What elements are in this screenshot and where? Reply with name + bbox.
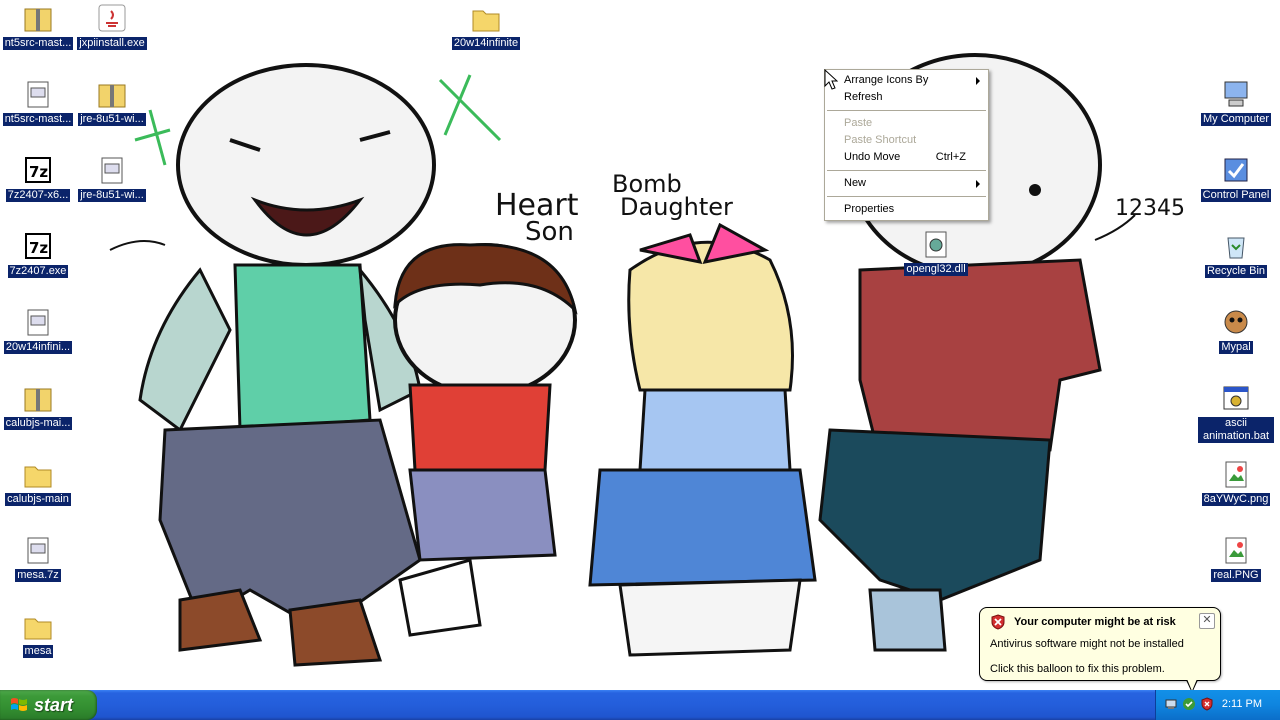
menu-separator: [827, 110, 986, 111]
submenu-arrow-icon: [976, 180, 980, 188]
desktop-icon-recycle-bin[interactable]: Recycle Bin: [1198, 230, 1274, 278]
desktop-icon-calubjs-folder[interactable]: calubjs-main: [0, 458, 76, 506]
tray-clock[interactable]: 2:11 PM: [1222, 698, 1262, 710]
menu-item-properties[interactable]: Properties: [825, 201, 988, 218]
menu-item-paste: Paste: [844, 117, 873, 129]
menu-item-undo-move[interactable]: Undo Move Ctrl+Z: [825, 149, 988, 166]
desktop-icon-mesa-7z[interactable]: mesa.7z: [0, 534, 76, 582]
number-text: 12345: [1115, 196, 1185, 221]
start-label: start: [34, 694, 74, 715]
desktop-icon-control-panel[interactable]: Control Panel: [1198, 154, 1274, 202]
desktop-icon-opengl32[interactable]: opengl32.dll: [898, 228, 974, 276]
mouse-cursor-icon: [824, 69, 838, 90]
balloon-title: Your computer might be at risk: [1014, 616, 1176, 628]
desktop-icon-mypal[interactable]: Mypal: [1198, 306, 1274, 354]
menu-separator: [827, 196, 986, 197]
menu-item-new[interactable]: New: [825, 175, 988, 192]
desktop-icon-ascii-animation[interactable]: ascii animation.bat: [1198, 382, 1274, 443]
file-window-icon: [96, 154, 128, 186]
system-tray: 2:11 PM: [1155, 690, 1280, 720]
computer-icon: [1220, 78, 1252, 110]
tray-security-alert-icon[interactable]: [1200, 697, 1214, 711]
recycle-bin-icon: [1220, 230, 1252, 262]
folder-icon: [470, 2, 502, 34]
desktop-icon-7z-x64[interactable]: 7z 7z2407-x6...: [0, 154, 76, 202]
desktop-icon-nt5src-file[interactable]: nt5src-mast...: [0, 78, 76, 126]
folder-icon: [22, 458, 54, 490]
zip-folder-icon: [22, 382, 54, 414]
windows-flag-icon: [11, 698, 27, 711]
balloon-line-1: Antivirus software might not be installe…: [990, 638, 1184, 650]
7z-icon: 7z: [22, 154, 54, 186]
submenu-arrow-icon: [976, 77, 980, 85]
security-shield-icon: [991, 614, 1005, 630]
start-button[interactable]: start: [0, 690, 97, 720]
zip-folder-icon: [22, 2, 54, 34]
batch-file-icon: [1220, 382, 1252, 414]
desktop-icon-my-computer[interactable]: My Computer: [1198, 78, 1274, 126]
desktop-icon-jxpiinstall[interactable]: jxpiinstall.exe: [74, 2, 150, 50]
tray-update-icon[interactable]: [1182, 697, 1196, 711]
desktop-icon-7z-exe[interactable]: 7z 7z2407.exe: [0, 230, 76, 278]
balloon-line-2: Click this balloon to fix this problem.: [990, 663, 1165, 675]
desktop-icon-real-png[interactable]: real.PNG: [1198, 534, 1274, 582]
desktop-context-menu: Arrange Icons By Refresh Paste Paste Sho…: [824, 69, 989, 221]
svg-text:7z: 7z: [29, 239, 48, 257]
image-file-icon: [1220, 534, 1252, 566]
zip-folder-icon: [96, 78, 128, 110]
7z-icon: 7z: [22, 230, 54, 262]
menu-separator: [827, 170, 986, 171]
balloon-close-button[interactable]: ✕: [1199, 613, 1215, 629]
dll-icon: [920, 228, 952, 260]
desktop-wallpaper: Heart Son Bomb Daughter 12345: [0, 0, 1280, 690]
java-icon: [96, 2, 128, 34]
desktop-icon-20w14infinite-folder[interactable]: 20w14infinite: [448, 2, 524, 50]
file-window-icon: [22, 306, 54, 338]
control-panel-icon: [1220, 154, 1252, 186]
desktop-icon-mesa-folder[interactable]: mesa: [0, 610, 76, 658]
heart-son-text-2: Son: [525, 217, 574, 247]
file-window-icon: [22, 534, 54, 566]
file-window-icon: [22, 78, 54, 110]
menu-item-paste-shortcut: Paste Shortcut: [844, 134, 917, 146]
taskbar: start 2:11 PM: [0, 690, 1280, 720]
security-balloon[interactable]: Your computer might be at risk ✕ Antivir…: [979, 607, 1221, 693]
image-file-icon: [1220, 458, 1252, 490]
desktop-icon-jre-file[interactable]: jre-8u51-wi...: [74, 154, 150, 202]
tray-network-icon[interactable]: [1164, 697, 1178, 711]
menu-item-arrange-icons-by[interactable]: Arrange Icons By: [825, 72, 988, 89]
desktop-icon-20w14-file[interactable]: 20w14infini...: [0, 306, 76, 354]
desktop-icon-nt5src-zip[interactable]: nt5src-mast...: [0, 2, 76, 50]
menu-item-refresh[interactable]: Refresh: [825, 89, 988, 106]
folder-icon: [22, 610, 54, 642]
svg-text:7z: 7z: [29, 163, 48, 181]
bomb-daughter-text-2: Daughter: [620, 193, 733, 221]
mypal-icon: [1220, 306, 1252, 338]
desktop-icon-calubjs-zip[interactable]: calubjs-mai...: [0, 382, 76, 430]
desktop-icon-jre-zip[interactable]: jre-8u51-wi...: [74, 78, 150, 126]
desktop-icon-8aywyc-png[interactable]: 8aYWyC.png: [1198, 458, 1274, 506]
